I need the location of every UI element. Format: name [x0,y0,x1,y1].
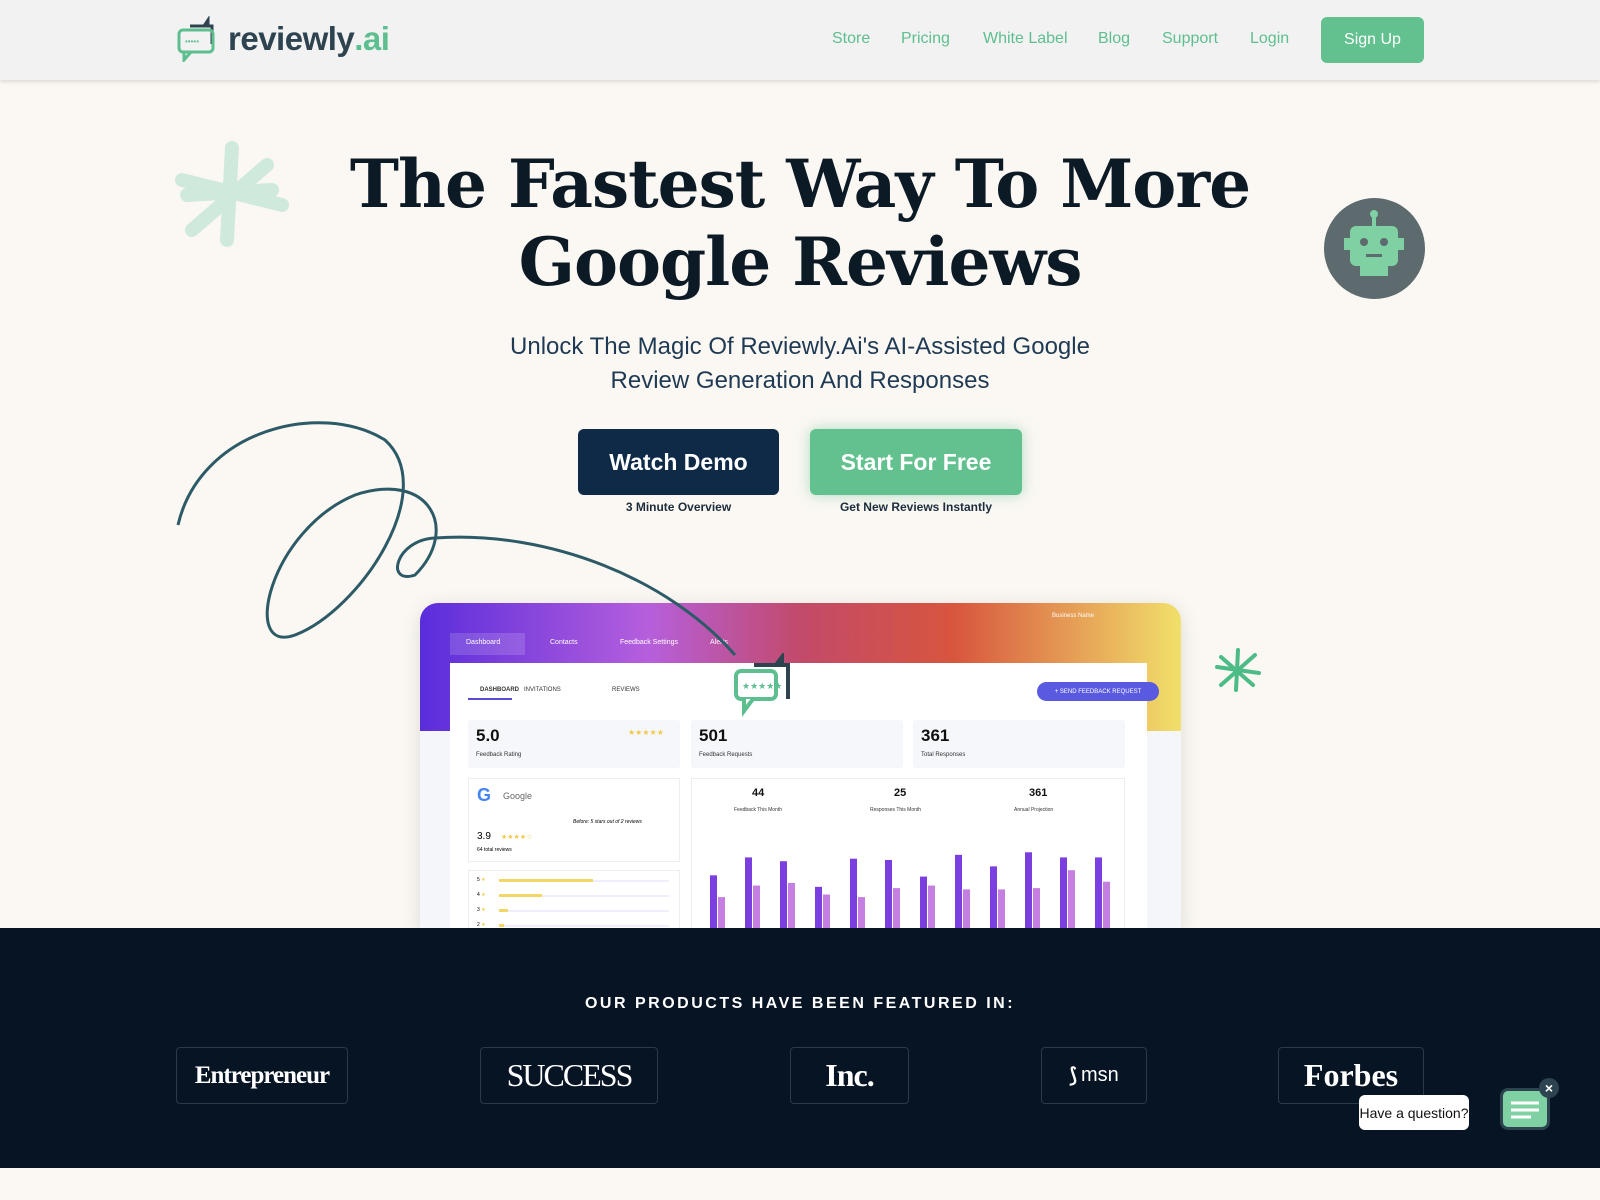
bar-sep-s2 [998,889,1005,929]
bar-nov-s1 [1060,857,1067,929]
dash-tab-invitations: INVITATIONS [524,687,561,693]
star-row: 5 ★ [477,877,673,885]
google-g-icon: G [477,785,492,805]
inc-logo: Inc. [790,1047,909,1104]
start-for-free-button[interactable]: Start For Free [810,429,1022,495]
dash-tab-dashboard: DASHBOARD [480,687,519,693]
success-logo: SUCCESS [480,1047,658,1104]
msn-butterfly-icon: ⟆ [1069,1065,1077,1087]
monthly-bar-chart: JanFebMarAprMayJunJulAugSepOctNovDec [710,852,1110,929]
bar-jun-s2 [893,888,900,929]
bar-jan-s2 [718,897,725,929]
bar-aug-s2 [963,889,970,929]
star-bar-fill [499,879,593,882]
nav-pricing[interactable]: Pricing [901,30,950,48]
bar-apr-s2 [823,894,830,929]
nav-support[interactable]: Support [1162,30,1218,48]
bar-oct-s2 [1033,888,1040,929]
chat-logo-icon: ••••• [177,16,215,62]
bar-aug-s1 [955,854,962,929]
bar-mar-s1 [780,861,787,929]
hero-title: The Fastest Way To More Google Reviews [349,145,1251,301]
bar-oct-s1 [1025,852,1032,929]
hero-subtitle: Unlock The Magic Of Reviewly.Ai's AI-Ass… [510,333,1090,394]
bar-jul-s2 [928,885,935,929]
start-free-caption: Get New Reviews Instantly [839,500,993,514]
bar-sep-s1 [990,866,997,929]
star-distribution: 5 ★ 4 ★ 3 ★ 2 ★ [468,870,680,929]
top-nav: ••••• reviewly.ai Store Pricing White La… [0,0,1600,80]
swirl-decoration [176,421,737,656]
star-row: 3 ★ [477,907,673,915]
bar-jan-s1 [710,875,717,929]
featured-heading: OUR PRODUCTS HAVE BEEN FEATURED IN: [584,995,1016,1012]
bar-may-s1 [850,858,857,929]
asterisk-small-icon [1215,648,1261,692]
nav-login[interactable]: Login [1250,30,1289,48]
page-bottom [0,1168,1600,1200]
chat-prompt[interactable]: Have a question? [1359,1095,1469,1130]
bar-dec-s2 [1103,881,1110,929]
send-feedback-button: + SEND FEEDBACK REQUEST [1037,682,1159,701]
svg-text:★★★★★: ★★★★★ [742,681,782,691]
chat-lines-icon [1511,1101,1539,1119]
monthly-chart-card: 44 Feedback This Month 25 Responses This M… [691,778,1125,929]
bar-feb-s2 [753,885,760,929]
bar-jul-s1 [920,876,927,929]
nav-white-label[interactable]: White Label [983,30,1068,48]
logo-text: reviewly.ai [228,20,390,57]
bar-mar-s2 [788,883,795,929]
star-bar-fill [499,924,505,927]
review-bubble-icon: ★★★★★ [734,653,790,717]
logo[interactable]: ••••• reviewly.ai [176,16,390,62]
svg-text:•••••: ••••• [185,37,199,46]
bar-feb-s1 [745,857,752,929]
bar-jun-s1 [885,859,892,929]
nav-store[interactable]: Store [832,30,870,48]
google-card: G Google Before: 5 stars out of 2 review… [468,778,680,862]
star-bar-fill [499,894,542,897]
star-row: 4 ★ [477,892,673,900]
bar-may-s2 [858,897,865,929]
bar-dec-s1 [1095,857,1102,929]
star-bar-fill [499,909,508,912]
bar-apr-s1 [815,886,822,929]
dash-tab-reviews: REVIEWS [612,687,640,693]
nav-blog[interactable]: Blog [1098,30,1130,48]
sign-up-button[interactable]: Sign Up [1321,17,1424,63]
chat-close-icon[interactable]: × [1539,1078,1559,1098]
msn-logo: ⟆ msn [1041,1047,1147,1104]
entrepreneur-logo: Entrepreneur [176,1047,348,1104]
business-name: Business Name [1052,613,1095,619]
bar-nov-s2 [1068,870,1075,929]
